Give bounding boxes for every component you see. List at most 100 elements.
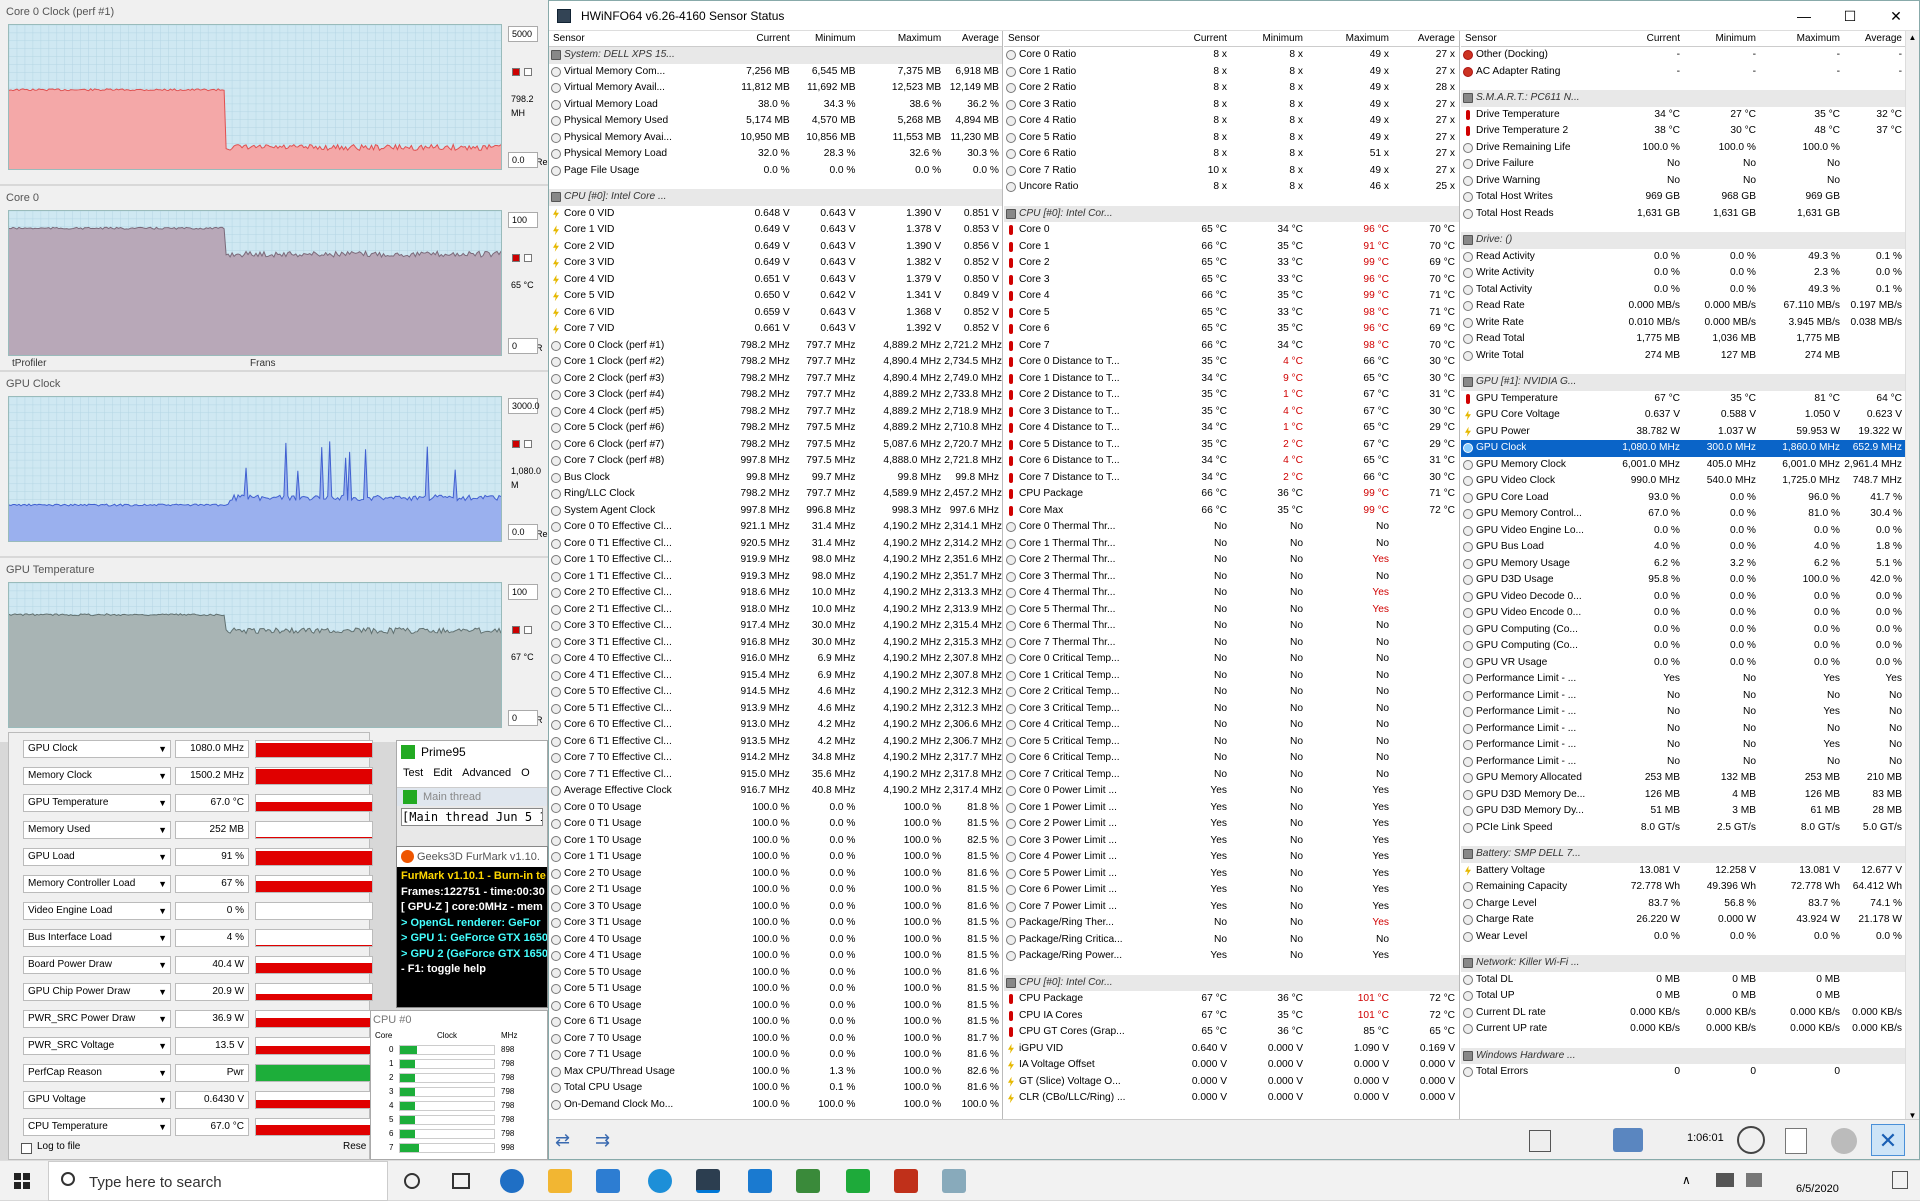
main-thread-subwindow[interactable]: Main thread [Main thread Jun 5 10 [397, 787, 547, 847]
sensor-row[interactable]: GPU Memory Control... 67.0 % 0.0 % 81.0 % 30… [1461, 506, 1905, 523]
gpuz-sensor-name[interactable]: Board Power Draw [23, 956, 171, 974]
sensor-row[interactable]: Current UP rate 0.000 KB/s 0.000 KB/s 0.000… [1461, 1021, 1905, 1038]
graph-visibility-toggle[interactable] [524, 625, 532, 634]
sensor-row[interactable]: Core 0 Power Limit ... Yes No Yes [1004, 783, 1459, 800]
sensor-row[interactable]: Core 0 T0 Usage 100.0 % 0.0 % 100.0 % 81.8 % [549, 800, 1002, 817]
sensor-row[interactable]: Write Total 274 MB 127 MB 274 MB [1461, 348, 1905, 365]
sensor-row[interactable]: Drive Warning No No No [1461, 173, 1905, 190]
performance-app-icon[interactable] [648, 1169, 672, 1193]
sensor-row[interactable]: Core 0 T0 Effective Cl... 921.1 MHz 31.4 M… [549, 519, 1002, 536]
sensor-row[interactable]: Core 3 Thermal Thr... No No No [1004, 569, 1459, 586]
hwinfo-titlebar[interactable]: HWiNFO64 v6.26-4160 Sensor Status — ☐ ✕ [549, 1, 1919, 31]
header-average[interactable]: Average [1843, 31, 1905, 46]
sensor-row[interactable]: Core 0 T1 Effective Cl... 920.5 MHz 31.4 M… [549, 536, 1002, 553]
graph-window-0[interactable]: Core 0 Clock (perf #1)5000798.2 MHFit yR… [0, 0, 548, 184]
header-current[interactable]: Current [719, 31, 793, 46]
sensor-row[interactable]: Core 4 Power Limit ... Yes No Yes [1004, 849, 1459, 866]
windows-start-icon[interactable] [14, 1173, 30, 1189]
sensor-row[interactable]: Core 1 Thermal Thr... No No No [1004, 536, 1459, 553]
tray-chevron-icon[interactable]: ∧ [1682, 1173, 1691, 1187]
gpuz-sensor-row[interactable]: GPU Temperature67.0 °C [23, 793, 373, 813]
gpuz-sensor-row[interactable]: CPU Temperature67.0 °C [23, 1117, 373, 1137]
sensor-row[interactable]: Core 4 Clock (perf #5) 798.2 MHz 797.7 MHz… [549, 404, 1002, 421]
header-average[interactable]: Average [944, 31, 1002, 46]
sensor-row[interactable]: Core 4 T0 Effective Cl... 916.0 MHz 6.9 MH… [549, 651, 1002, 668]
graph-color-swatch[interactable] [512, 67, 520, 76]
sensor-row[interactable]: Core 7 T1 Usage 100.0 % 0.0 % 100.0 % 81.6 % [549, 1047, 1002, 1064]
sensor-row[interactable]: Core 1 66 °C 35 °C 91 °C 70 °C [1004, 239, 1459, 256]
sensor-row[interactable]: Core 2 Clock (perf #3) 798.2 MHz 797.7 MHz… [549, 371, 1002, 388]
sensor-row[interactable]: Core 6 Thermal Thr... No No No [1004, 618, 1459, 635]
sensor-row[interactable]: Total Host Writes 969 GB 968 GB 969 GB [1461, 189, 1905, 206]
gpuz-sensor-row[interactable]: Bus Interface Load4 % [23, 928, 373, 948]
sensor-row[interactable]: Core 5 Ratio 8 x8 x 49 x 27 x [1004, 130, 1459, 147]
sensor-row[interactable] [1004, 965, 1459, 975]
menu-test[interactable]: Test [403, 763, 423, 783]
sensor-row[interactable]: System Agent Clock 997.8 MHz 996.8 MHz 998.… [549, 503, 1002, 520]
graph-visibility-toggle[interactable] [524, 439, 532, 448]
sensor-row[interactable]: Core 2 T1 Usage 100.0 % 0.0 % 100.0 % 81.5 % [549, 882, 1002, 899]
column-header[interactable]: Sensor Current Minimum Maximum Average [549, 31, 1002, 47]
vertical-scrollbar[interactable]: ▲ ▼ [1905, 31, 1919, 1123]
sensor-row[interactable]: Core 2 Power Limit ... Yes No Yes [1004, 816, 1459, 833]
log-to-file-checkbox[interactable] [21, 1143, 32, 1154]
gpuz-sensor-name[interactable]: Memory Clock [23, 767, 171, 785]
sensor-row[interactable]: GPU D3D Memory De... 126 MB 4 MB 126 MB 83 M… [1461, 787, 1905, 804]
gpuz-sensor-name[interactable]: CPU Temperature [23, 1118, 171, 1136]
graph-color-swatch[interactable] [512, 253, 520, 262]
sensor-row[interactable]: GPU D3D Usage 95.8 % 0.0 % 100.0 % 42.0 % [1461, 572, 1905, 589]
menu-options[interactable]: O [521, 763, 530, 783]
sensor-row[interactable]: Core 1 T0 Effective Cl... 919.9 MHz 98.0 M… [549, 552, 1002, 569]
gpuz-sensor-name[interactable]: GPU Clock [23, 740, 171, 758]
sensor-group-header[interactable]: System: DELL XPS 15... [549, 47, 1002, 64]
sensor-row[interactable]: GPU VR Usage 0.0 % 0.0 % 0.0 % 0.0 % [1461, 655, 1905, 672]
mail-icon[interactable] [596, 1169, 620, 1193]
sensor-row[interactable]: Core 6 T1 Usage 100.0 % 0.0 % 100.0 % 81.5 % [549, 1014, 1002, 1031]
graph-min-value[interactable]: 0.0 [508, 152, 538, 168]
paint-taskbar-icon[interactable] [942, 1169, 966, 1193]
sensor-row[interactable]: GPU D3D Memory Dy... 51 MB 3 MB 61 MB 28 MB [1461, 803, 1905, 820]
sensor-group-header[interactable]: Battery: SMP DELL 7... [1461, 846, 1905, 863]
clock-icon[interactable] [1737, 1126, 1765, 1154]
sensor-row[interactable]: Virtual Memory Load 38.0 % 34.3 % 38.6 % 36.… [549, 97, 1002, 114]
sensor-row[interactable]: Core 3 65 °C 33 °C 96 °C 70 °C [1004, 272, 1459, 289]
graph-max-value[interactable]: 3000.0 [508, 398, 540, 414]
sensor-row[interactable]: GPU Temperature 67 °C 35 °C 81 °C 64 °C [1461, 391, 1905, 408]
sensor-row[interactable]: Performance Limit - ... No No Yes No [1461, 704, 1905, 721]
sensor-row[interactable]: CLR (CBo/LLC/Ring) ... 0.000 V 0.000 V 0.00… [1004, 1090, 1459, 1107]
menu-advanced[interactable]: Advanced [462, 763, 511, 783]
gpuz-sensor-row[interactable]: GPU Clock1080.0 MHz [23, 739, 373, 759]
sensor-row[interactable]: Total Errors 0 0 0 [1461, 1064, 1905, 1081]
sensor-row[interactable]: IA Voltage Offset 0.000 V 0.000 V 0.000 V 0.… [1004, 1057, 1459, 1074]
sensor-row[interactable]: Core 4 T1 Usage 100.0 % 0.0 % 100.0 % 81.5 % [549, 948, 1002, 965]
sensor-row[interactable]: Performance Limit - ... No No Yes No [1461, 737, 1905, 754]
sensor-row[interactable]: Total UP 0 MB 0 MB 0 MB [1461, 988, 1905, 1005]
header-sensor[interactable]: Sensor [549, 31, 719, 46]
tray-network-icon[interactable] [1716, 1173, 1734, 1187]
sensor-row[interactable]: Bus Clock 99.8 MHz 99.7 MHz 99.8 MHz 99.8 MH… [549, 470, 1002, 487]
graph-max-value[interactable]: 100 [508, 212, 538, 228]
gpuz-sensor-row[interactable]: Video Engine Load0 % [23, 901, 373, 921]
sensor-row[interactable]: Virtual Memory Com... 7,256 MB 6,545 MB 7,3… [549, 64, 1002, 81]
gpuz-sensor-name[interactable]: GPU Voltage [23, 1091, 171, 1109]
sensor-row[interactable]: Core 1 Power Limit ... Yes No Yes [1004, 800, 1459, 817]
sensor-row[interactable]: Core 7 T0 Effective Cl... 914.2 MHz 34.8 M… [549, 750, 1002, 767]
sensor-row[interactable]: Core 4 Distance to T... 34 °C 1 °C 65 °C 29 … [1004, 420, 1459, 437]
sensor-row[interactable]: Remaining Capacity 72.778 Wh 49.396 Wh 72.7… [1461, 879, 1905, 896]
sensor-row[interactable]: Core 6 Distance to T... 34 °C 4 °C 65 °C 31 … [1004, 453, 1459, 470]
sensor-group-header[interactable]: CPU [#0]: Intel Core ... [549, 189, 1002, 206]
sensor-row[interactable]: Core 0 Critical Temp... No No No [1004, 651, 1459, 668]
sensor-row[interactable]: Core 1 T1 Effective Cl... 919.3 MHz 98.0 M… [549, 569, 1002, 586]
sensor-row[interactable]: Core 0 65 °C 34 °C 96 °C 70 °C [1004, 222, 1459, 239]
sensor-row[interactable]: Core 2 T0 Usage 100.0 % 0.0 % 100.0 % 81.6 % [549, 866, 1002, 883]
sensor-row[interactable]: Core 3 Clock (perf #4) 798.2 MHz 797.7 MHz… [549, 387, 1002, 404]
sensor-row[interactable]: Physical Memory Avai... 10,950 MB 10,856 M… [549, 130, 1002, 147]
sensor-row[interactable]: Core 3 VID 0.649 V 0.643 V 1.382 V 0.852 V [549, 255, 1002, 272]
sensor-row[interactable]: Core 2 T1 Effective Cl... 918.0 MHz 10.0 M… [549, 602, 1002, 619]
sensor-row[interactable] [1461, 80, 1905, 90]
sensor-row[interactable]: GPU Core Load 93.0 % 0.0 % 96.0 % 41.7 % [1461, 490, 1905, 507]
header-minimum[interactable]: Minimum [1230, 31, 1306, 46]
column-header[interactable]: Sensor Current Minimum Maximum Average [1461, 31, 1905, 47]
sensor-row[interactable]: Total CPU Usage 100.0 % 0.1 % 100.0 % 81.6 % [549, 1080, 1002, 1097]
sensor-row[interactable]: Uncore Ratio 8 x8 x 46 x 25 x [1004, 179, 1459, 196]
